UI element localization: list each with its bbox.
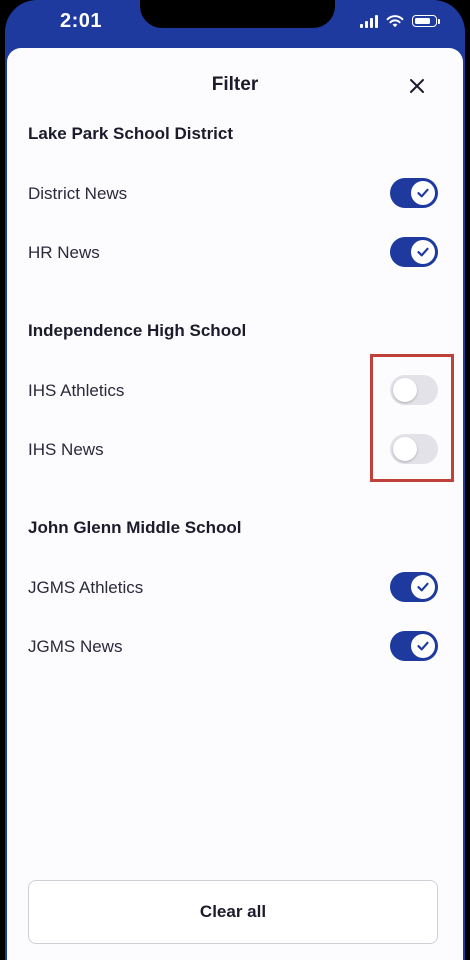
camera-notch xyxy=(140,0,335,28)
filter-label: IHS News xyxy=(28,440,104,459)
toggle-hr-news[interactable] xyxy=(390,237,438,267)
screen: 2:01 Filter Lake Park School District Di… xyxy=(5,0,465,960)
toggle-knob xyxy=(411,634,435,658)
filter-row-hr-news: HR News xyxy=(28,233,440,273)
toggle-knob xyxy=(411,240,435,264)
filter-label: District News xyxy=(28,184,128,203)
wifi-icon xyxy=(386,15,404,28)
cellular-signal-icon xyxy=(360,14,378,28)
phone-frame: 2:01 Filter Lake Park School District Di… xyxy=(0,0,470,960)
clear-all-button[interactable]: Clear all xyxy=(28,880,438,944)
toggle-knob xyxy=(411,181,435,205)
filter-label: HR News xyxy=(28,243,100,262)
checkmark-icon xyxy=(417,641,429,651)
section-heading-lake-park: Lake Park School District xyxy=(28,124,234,143)
status-time: 2:01 xyxy=(60,10,103,32)
status-icons xyxy=(360,14,440,28)
section-heading-independence: Independence High School xyxy=(28,321,247,340)
filter-row-district-news: District News xyxy=(28,174,440,214)
toggle-jgms-news[interactable] xyxy=(390,631,438,661)
filter-sheet: Filter Lake Park School District Distric… xyxy=(7,48,463,960)
toggle-district-news[interactable] xyxy=(390,178,438,208)
filter-row-jgms-athletics: JGMS Athletics xyxy=(28,568,440,608)
close-button[interactable] xyxy=(403,72,431,100)
section-heading-john-glenn: John Glenn Middle School xyxy=(28,518,242,537)
battery-icon xyxy=(412,15,440,27)
status-bar: 2:01 xyxy=(5,0,465,48)
filter-row-jgms-news: JGMS News xyxy=(28,627,440,667)
checkmark-icon xyxy=(417,247,429,257)
filter-label: JGMS News xyxy=(28,637,123,656)
checkmark-icon xyxy=(417,188,429,198)
filter-title: Filter xyxy=(211,74,259,95)
toggle-knob xyxy=(411,575,435,599)
filter-label: JGMS Athletics xyxy=(28,578,144,597)
toggle-jgms-athletics[interactable] xyxy=(390,572,438,602)
highlight-annotation-box xyxy=(370,354,454,482)
filter-label: IHS Athletics xyxy=(28,381,125,400)
close-icon xyxy=(410,79,424,93)
checkmark-icon xyxy=(417,582,429,592)
